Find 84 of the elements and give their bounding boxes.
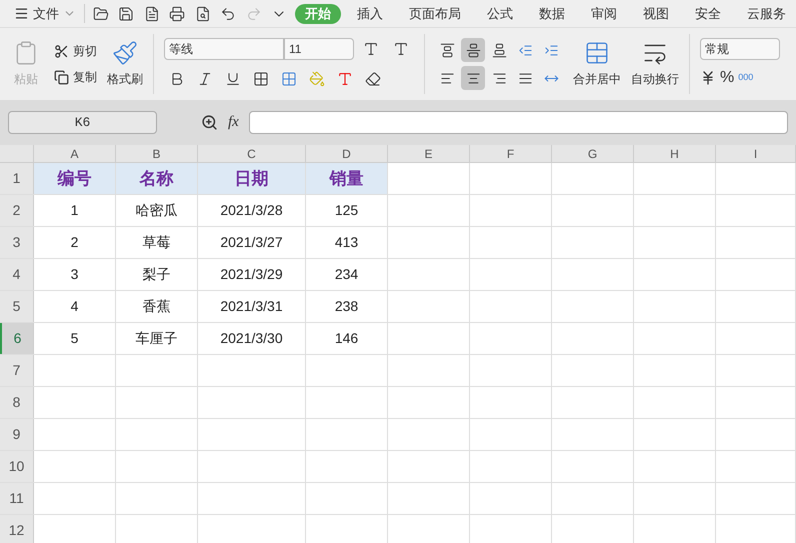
align-icon <box>466 42 480 58</box>
table-cell-text: 2 <box>70 233 78 252</box>
column-header[interactable]: I <box>716 145 796 162</box>
font-size-field[interactable]: 11 <box>284 38 354 60</box>
row-header[interactable]: 11 <box>0 483 34 514</box>
merge-center-button[interactable]: 合并居中 <box>573 40 621 88</box>
ribbon-tab[interactable]: 云服务 <box>737 4 796 24</box>
table-cell-text: 238 <box>334 297 358 316</box>
align-icon <box>440 70 454 86</box>
table-cell-text: 哈密瓜 <box>136 201 178 220</box>
column-header[interactable]: C <box>198 145 306 162</box>
ribbon-tab[interactable]: 审阅 <box>581 4 627 24</box>
column-header[interactable]: A <box>34 145 116 162</box>
align-icon <box>492 42 506 58</box>
row-header[interactable]: 3 <box>0 227 34 258</box>
row-header[interactable]: 10 <box>0 451 34 482</box>
row-header[interactable]: 6 <box>0 323 34 354</box>
name-box[interactable]: K6 <box>8 111 157 134</box>
ribbon-tab[interactable]: 数据 <box>529 4 575 24</box>
align-icon <box>518 70 532 86</box>
table-cell-text: 2021/3/28 <box>220 201 283 220</box>
table-cell-text: 2021/3/29 <box>220 265 283 284</box>
table-cell-text: 1 <box>70 201 78 220</box>
align-button[interactable] <box>461 66 485 90</box>
row-header[interactable]: 1 <box>0 163 34 194</box>
align-icon <box>440 42 454 58</box>
table-cell-text: 234 <box>334 265 358 284</box>
table-cell-text: 125 <box>334 201 358 220</box>
table-cell-text: 梨子 <box>142 265 170 284</box>
column-header[interactable]: H <box>634 145 716 162</box>
column-header[interactable]: F <box>470 145 552 162</box>
table-cell-text: 3 <box>70 265 78 284</box>
align-icon <box>466 70 480 86</box>
table-cell-text: 香蕉 <box>142 297 170 316</box>
merge-cells-icon <box>584 40 610 66</box>
copy-button[interactable]: 复制 <box>54 68 97 86</box>
table-cell-text: 2021/3/31 <box>220 297 283 316</box>
column-header[interactable]: B <box>116 145 198 162</box>
row-header[interactable]: 2 <box>0 195 34 226</box>
formula-input[interactable] <box>248 111 788 134</box>
font-field[interactable]: 等线 <box>164 38 284 60</box>
table-cell-text: 名称 <box>140 168 174 190</box>
ribbon-tab[interactable]: 页面布局 <box>399 4 471 24</box>
format-painter-button[interactable]: 格式刷 <box>107 40 143 88</box>
cut-button[interactable]: 剪切 <box>54 42 97 60</box>
align-icon <box>492 70 506 86</box>
menu-icon <box>14 6 29 21</box>
row-header[interactable]: 5 <box>0 291 34 322</box>
align-button[interactable] <box>461 38 485 62</box>
align-icon <box>518 42 532 58</box>
table-cell-text: 146 <box>334 329 358 348</box>
scissors-icon <box>54 44 69 58</box>
paintbrush-icon <box>112 40 138 66</box>
column-header[interactable]: E <box>388 145 470 162</box>
zoom-icon[interactable] <box>201 114 218 131</box>
table-cell-text: 车厘子 <box>136 329 178 348</box>
row-header[interactable]: 4 <box>0 259 34 290</box>
function-label[interactable]: fx <box>228 111 239 134</box>
table-cell-text: 编号 <box>58 168 92 190</box>
file-menu[interactable]: 文件 <box>14 4 85 24</box>
thousands-button[interactable]: 000 <box>738 71 754 85</box>
table-cell-text: 5 <box>70 329 78 348</box>
percent-button[interactable]: % <box>720 66 734 90</box>
row-header[interactable]: 7 <box>0 355 34 386</box>
table-cell-text: 日期 <box>234 168 268 190</box>
row-header[interactable]: 12 <box>0 515 34 543</box>
column-header[interactable]: G <box>552 145 634 162</box>
ribbon-tab[interactable]: 插入 <box>347 4 393 24</box>
ribbon-tab[interactable]: 视图 <box>633 4 679 24</box>
row-header[interactable]: 8 <box>0 387 34 418</box>
column-header[interactable]: D <box>306 145 388 162</box>
table-cell-text: 销量 <box>330 168 364 190</box>
align-icon <box>544 42 558 58</box>
table-cell-text: 413 <box>334 233 358 252</box>
ribbon-tab[interactable]: 安全 <box>685 4 731 24</box>
copy-icon <box>54 70 69 84</box>
wrap-text-button[interactable]: 自动换行 <box>631 40 679 88</box>
row-header[interactable]: 9 <box>0 419 34 450</box>
table-cell-text: 2021/3/30 <box>220 329 283 348</box>
ribbon-tab[interactable]: 公式 <box>477 4 523 24</box>
table-cell-text: 2021/3/27 <box>220 233 283 252</box>
table-cell-text: 草莓 <box>142 233 170 252</box>
number-format-field[interactable]: 常规 <box>700 38 780 60</box>
table-cell-text: 4 <box>70 297 78 316</box>
